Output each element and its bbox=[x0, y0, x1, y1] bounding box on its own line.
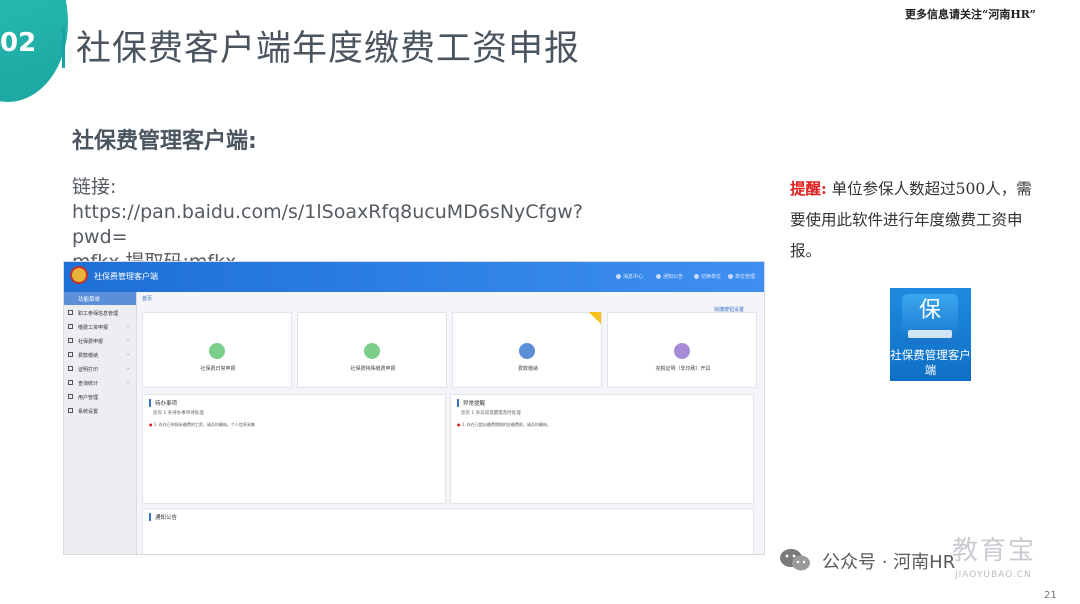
nav-switch-unit[interactable]: 切换单位 bbox=[694, 273, 721, 280]
declare-icon bbox=[209, 343, 225, 359]
certificate-icon bbox=[674, 343, 690, 359]
desktop-app-icon[interactable]: 保 社保费管理客户端 bbox=[890, 288, 971, 381]
payment-icon bbox=[519, 343, 535, 359]
declare-icon bbox=[364, 343, 380, 359]
download-link[interactable]: https://pan.baidu.com/s/1lSoaxRfq8ucuMD6… bbox=[72, 200, 632, 250]
card-tax-certificate[interactable]: 完税证明（非印刷）开具 bbox=[607, 312, 757, 388]
reminder-label: 提醒: bbox=[790, 179, 827, 198]
nav-message-center[interactable]: 消息中心 bbox=[616, 273, 643, 280]
chart-icon bbox=[68, 380, 73, 385]
app-icon-caption: 社保费管理客户端 bbox=[890, 348, 971, 377]
sidebar-item-insured-info[interactable]: 职工参保信息管理 bbox=[64, 307, 136, 319]
sidebar-header-label: 功能菜单 bbox=[78, 297, 101, 303]
alert-item[interactable]: ● 1. 存在已超出缴费期限的应缴费款，请及时缴纳。 bbox=[457, 422, 551, 428]
reminder-text: 单位参保人数超过500人，需要使用此软件进行年度缴费工资申报。 bbox=[790, 180, 1032, 260]
print-icon bbox=[68, 366, 73, 371]
building-icon bbox=[728, 274, 733, 279]
notice-title: 通知公告 bbox=[149, 513, 177, 521]
breadcrumb[interactable]: 首页 bbox=[142, 295, 152, 302]
app-window-title: 社保费管理客户端 bbox=[94, 272, 158, 281]
card-icon bbox=[68, 352, 73, 357]
chevron-down-icon: ⌄ bbox=[126, 323, 131, 329]
todo-summary: 您有 1 条待办事项待处理 bbox=[153, 411, 204, 416]
chevron-down-icon: ⌄ bbox=[126, 379, 131, 385]
reminder-note: 提醒: 单位参保人数超过500人，需要使用此软件进行年度缴费工资申报。 bbox=[790, 173, 1040, 267]
sidebar-item-fee-declare[interactable]: 社保费申报 ⌄ bbox=[64, 335, 136, 347]
header-note: 更多信息请关注“河南HR” bbox=[905, 8, 1036, 21]
emblem-icon bbox=[70, 266, 88, 284]
chevron-down-icon: ⌄ bbox=[126, 351, 131, 357]
link-label: 链接: bbox=[72, 176, 117, 198]
site-url-watermark: JIAOYUBAO.CN bbox=[955, 570, 1032, 580]
download-link-block: 链接: https://pan.baidu.com/s/1lSoaxRfq8uc… bbox=[72, 175, 632, 275]
todo-panel: 待办事项 您有 1 条待办事项待处理 ● 1. 存在已申报未缴费的工资，请及时缴… bbox=[142, 394, 446, 504]
nav-notices[interactable]: 通知公告 bbox=[656, 273, 683, 280]
page-title: 社保费客户端年度缴费工资申报 bbox=[76, 29, 581, 69]
sidebar-item-payment[interactable]: 费款缴纳 ⌄ bbox=[64, 349, 136, 361]
notice-panel: 通知公告 bbox=[142, 508, 754, 554]
wechat-icon bbox=[780, 549, 810, 571]
edit-icon bbox=[68, 324, 73, 329]
alert-panel: 异常提醒 您有 1 条异常提醒需及时处理 ● 1. 存在已超出缴费期限的应缴费款… bbox=[450, 394, 754, 504]
card-payment[interactable]: 费款缴纳 bbox=[452, 312, 602, 388]
user-icon bbox=[68, 394, 73, 399]
nav-unit-manage[interactable]: 单位管理 bbox=[728, 273, 755, 280]
sidebar-item-wage-declare[interactable]: 缴费工资申报 ⌄ bbox=[64, 321, 136, 333]
section-number: 02 bbox=[0, 28, 37, 58]
title-accent-bar bbox=[62, 26, 65, 68]
todo-title: 待办事项 bbox=[149, 399, 177, 407]
gear-icon bbox=[68, 408, 73, 413]
new-tag-icon bbox=[589, 312, 601, 324]
todo-item[interactable]: ● 1. 存在已申报未缴费的工资，请及时缴纳。个人信息采集 bbox=[149, 422, 255, 428]
page-number: 21 bbox=[1044, 590, 1057, 601]
app-sidebar: 功能菜单 职工参保信息管理 缴费工资申报 ⌄ 社保费申报 ⌄ 费款缴纳 ⌄ 证明打印 ⌄… bbox=[64, 292, 137, 554]
wechat-account-watermark: 公众号 · 河南HR bbox=[822, 552, 956, 573]
card-special-declare[interactable]: 社保费特殊缴费申报 bbox=[297, 312, 447, 388]
sidebar-item-certificate[interactable]: 证明打印 ⌄ bbox=[64, 363, 136, 375]
notice-icon bbox=[656, 274, 661, 279]
section-subtitle: 社保费管理客户端: bbox=[72, 129, 257, 154]
chevron-down-icon: ⌄ bbox=[126, 365, 131, 371]
switch-icon bbox=[694, 274, 699, 279]
site-watermark: 教育宝 bbox=[952, 536, 1037, 566]
sidebar-item-settings[interactable]: 系统设置 bbox=[64, 405, 136, 417]
sidebar-header[interactable]: 功能菜单 bbox=[64, 292, 136, 305]
app-window-screenshot: 社保费管理客户端 消息中心 通知公告 切换单位 单位管理 功能菜单 职工参保信息… bbox=[63, 261, 765, 555]
sidebar-item-query[interactable]: 查询统计 ⌄ bbox=[64, 377, 136, 389]
app-topbar: 社保费管理客户端 消息中心 通知公告 切换单位 单位管理 bbox=[64, 262, 764, 292]
sidebar-item-users[interactable]: 用户管理 bbox=[64, 391, 136, 403]
alert-summary: 您有 1 条异常提醒需及时处理 bbox=[461, 411, 521, 416]
card-daily-declare[interactable]: 社保费日常申报 bbox=[142, 312, 292, 388]
app-shield-icon: 保 bbox=[902, 294, 958, 344]
doc-icon bbox=[68, 310, 73, 315]
chevron-down-icon: ⌄ bbox=[126, 337, 131, 343]
bell-icon bbox=[616, 274, 621, 279]
list-icon bbox=[68, 338, 73, 343]
alert-title: 异常提醒 bbox=[457, 399, 485, 407]
